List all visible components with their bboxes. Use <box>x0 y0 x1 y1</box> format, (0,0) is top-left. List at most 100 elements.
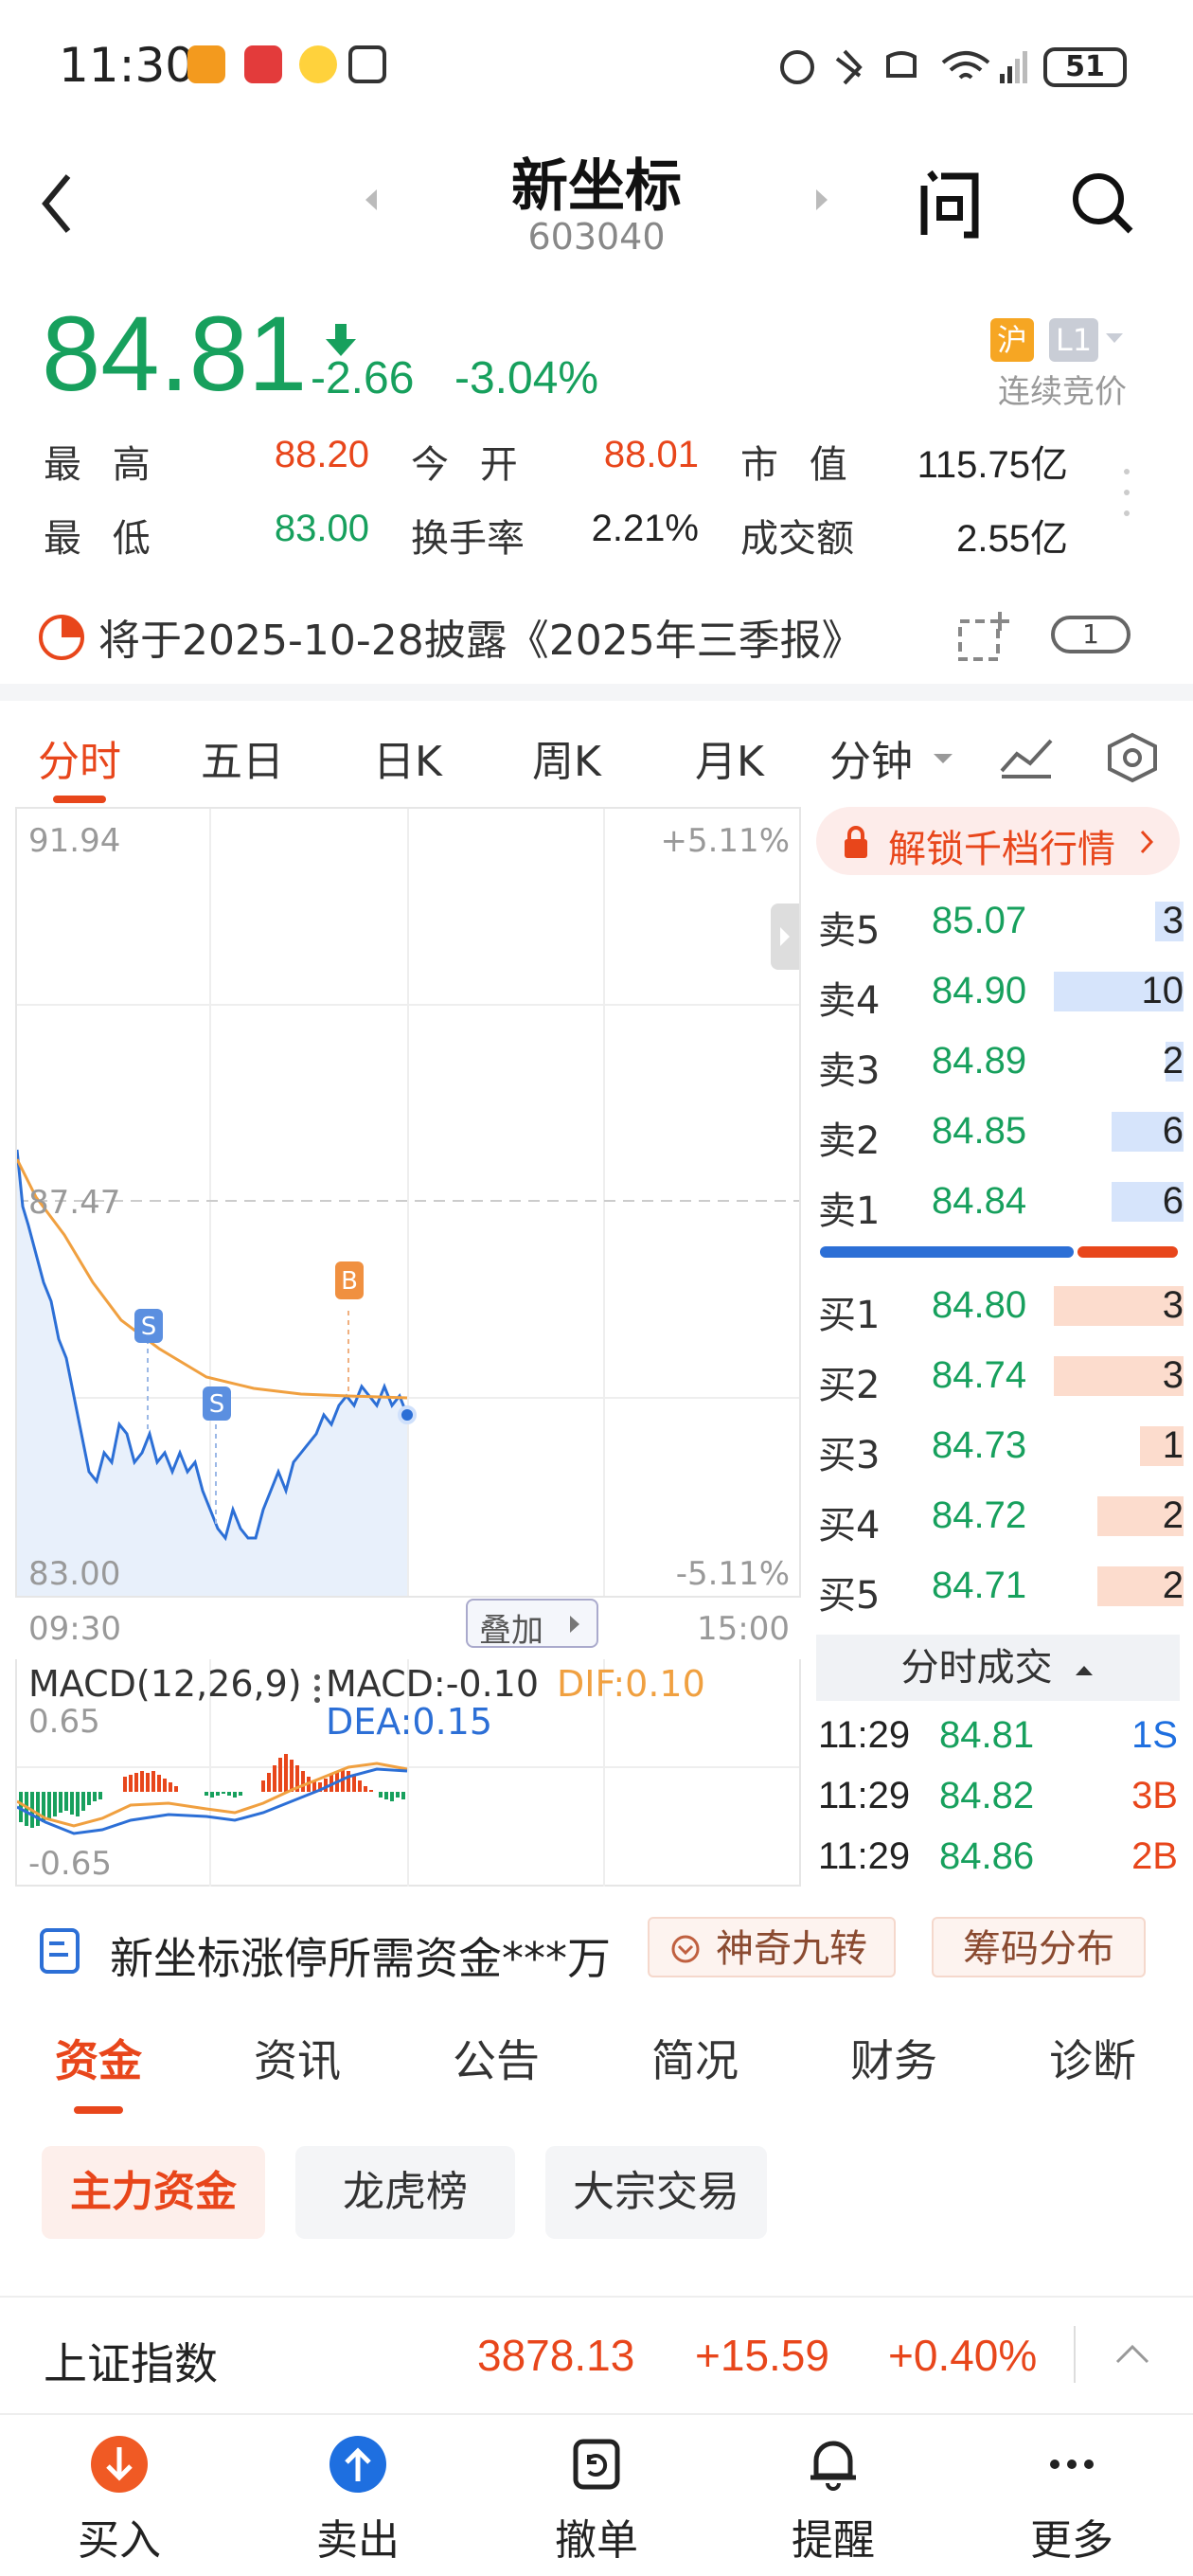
cancel-order-button[interactable]: 撤单 <box>521 2434 672 2567</box>
ask-level-row[interactable]: 卖1 84.84 6 <box>816 1169 1184 1237</box>
subtab-main-funds[interactable]: 主力资金 <box>42 2146 265 2239</box>
tick-time: 11:29 <box>818 1714 911 1756</box>
tick-trades-header[interactable]: 分时成交 <box>816 1635 1180 1701</box>
index-change-pct: +0.40% <box>888 2331 1038 2380</box>
expand-orderbook-handle[interactable] <box>771 903 799 970</box>
bid-level-row[interactable]: 买3 84.73 1 <box>816 1413 1184 1481</box>
notice-text: 将于2025-10-28披露《2025年三季报》 <box>98 617 864 665</box>
intraday-chart-canvas: S S B <box>17 809 799 1596</box>
latest-price-dot <box>398 1405 417 1424</box>
ask-level-price: 84.89 <box>932 1040 1027 1082</box>
macd-menu-icon[interactable] <box>312 1673 322 1705</box>
indicator-line-icon[interactable] <box>998 733 1055 780</box>
y-axis-bottom-label: 83.00 <box>28 1555 121 1593</box>
tab-news[interactable]: 资讯 <box>254 2027 341 2089</box>
active-tab-indicator <box>74 2106 123 2114</box>
ask-level-price: 84.85 <box>932 1110 1027 1152</box>
alert-button[interactable]: 提醒 <box>757 2434 909 2567</box>
session-status: 连续竞价 <box>998 373 1127 411</box>
ask-level-label: 卖3 <box>818 1049 881 1093</box>
tab-intraday[interactable]: 分时 <box>38 727 121 788</box>
sell-icon <box>329 2436 386 2493</box>
sell-button[interactable]: 卖出 <box>282 2434 434 2567</box>
sell-marker-label: S <box>141 1313 157 1341</box>
status-bar: 11:30 51 <box>0 0 1193 133</box>
bid-level-volume: 3 <box>1162 1354 1184 1396</box>
bid-level-label: 买5 <box>818 1574 881 1618</box>
notice-count-badge[interactable]: 1 <box>1051 616 1131 653</box>
limit-up-funds-link[interactable]: 新坐标涨停所需资金***万 <box>110 1924 611 1987</box>
system-status-icons <box>780 49 1027 85</box>
ask-level-row[interactable]: 卖3 84.89 2 <box>816 1029 1184 1097</box>
more-button[interactable]: 更多 <box>996 2434 1148 2567</box>
app-notification-icon <box>244 45 282 83</box>
chevron-right-icon <box>1140 830 1154 854</box>
nine-turn-button[interactable]: 神奇九转 <box>648 1917 896 1977</box>
ask-level-row[interactable]: 卖2 84.85 6 <box>816 1099 1184 1167</box>
macd-panel[interactable]: MACD(12,26,9) MACD:-0.10 DIF:0.10 DEA:0.… <box>15 1659 801 1887</box>
tab-minute[interactable]: 分钟 <box>829 727 913 788</box>
section-divider <box>0 684 1193 701</box>
stock-header: 新坐标 603040 <box>0 133 1193 284</box>
earnings-notice[interactable]: 将于2025-10-28披露《2025年三季报》 1 <box>0 599 1193 674</box>
tab-financials[interactable]: 财务 <box>850 2027 937 2089</box>
bottom-action-bar: 买入 卖出 撤单 提醒 更多 <box>0 2415 1193 2576</box>
index-value: 3878.13 <box>477 2331 635 2380</box>
low-label: 最 低 <box>44 517 160 561</box>
buy-label: 买入 <box>78 2516 161 2565</box>
subtab-dragon-tiger[interactable]: 龙虎榜 <box>295 2146 515 2239</box>
chevron-up-icon[interactable] <box>1113 2341 1151 2366</box>
bid-level-row[interactable]: 买1 84.80 3 <box>816 1273 1184 1341</box>
y-axis-top-label: 91.94 <box>28 822 121 860</box>
chart-settings-icon[interactable] <box>1104 731 1161 784</box>
index-ticker-bar[interactable]: 上证指数 3878.13 +15.59 +0.40% <box>0 2296 1193 2415</box>
chevron-down-icon[interactable] <box>1104 331 1125 347</box>
tick-volume: 1S <box>1131 1714 1178 1756</box>
bid-level-price: 84.80 <box>932 1284 1027 1326</box>
unlock-depth-button[interactable]: 解锁千档行情 <box>816 807 1180 875</box>
add-widget-icon[interactable] <box>956 610 1013 663</box>
ask-level-row[interactable]: 卖5 85.07 3 <box>816 888 1184 957</box>
bell-icon <box>810 2441 856 2491</box>
subtab-block-trades[interactable]: 大宗交易 <box>545 2146 767 2239</box>
bid-level-row[interactable]: 买2 84.74 3 <box>816 1343 1184 1411</box>
intraday-chart[interactable]: S S B 91.94 87.47 83.00 +5.11% -5.11% <box>15 807 801 1598</box>
turnover-label: 换手率 <box>411 517 525 561</box>
tab-daily-k[interactable]: 日K <box>373 727 442 788</box>
tick-volume: 2B <box>1131 1835 1178 1877</box>
ask-level-price: 84.84 <box>932 1180 1027 1222</box>
ask-icon[interactable] <box>917 167 983 239</box>
level-badge[interactable]: L1 <box>1049 318 1098 362</box>
more-icon <box>1050 2460 1094 2469</box>
ask-level-row[interactable]: 卖4 84.90 10 <box>816 958 1184 1027</box>
x-axis-end-label: 15:00 <box>697 1610 790 1648</box>
bid-level-row[interactable]: 买4 84.72 2 <box>816 1483 1184 1551</box>
buy-marker-label: B <box>341 1267 358 1296</box>
sell-marker-label: S <box>209 1390 225 1419</box>
more-stats-icon[interactable] <box>1119 464 1134 521</box>
check-circle-icon <box>671 1935 700 1963</box>
cancel-order-label: 撤单 <box>555 2516 638 2565</box>
search-icon[interactable] <box>1070 170 1136 237</box>
overlay-button[interactable]: 叠加 <box>466 1599 598 1650</box>
tab-diagnosis[interactable]: 诊断 <box>1049 2027 1136 2089</box>
tab-monthly-k[interactable]: 月K <box>695 727 764 788</box>
chip-distribution-button[interactable]: 筹码分布 <box>932 1917 1146 1977</box>
tab-announcements[interactable]: 公告 <box>453 2027 540 2089</box>
next-stock-icon[interactable] <box>812 186 831 214</box>
open-value: 88.01 <box>603 434 699 475</box>
chevron-down-icon[interactable] <box>932 752 954 767</box>
buy-button[interactable]: 买入 <box>44 2434 195 2567</box>
buy-sell-ratio-bar-buy <box>1077 1246 1178 1258</box>
tab-profile[interactable]: 简况 <box>651 2027 739 2089</box>
buy-sell-ratio-bar-sell <box>820 1246 1074 1258</box>
tab-funds[interactable]: 资金 <box>55 2027 142 2089</box>
ask-level-price: 85.07 <box>932 900 1027 941</box>
macd-title[interactable]: MACD(12,26,9) <box>28 1663 302 1705</box>
tab-five-day[interactable]: 五日 <box>201 727 284 788</box>
bid-level-row[interactable]: 买5 84.71 2 <box>816 1553 1184 1621</box>
overlay-button-label: 叠加 <box>479 1612 543 1650</box>
tab-weekly-k[interactable]: 周K <box>532 727 601 788</box>
y-axis-prev-close-label: 87.47 <box>28 1184 121 1222</box>
market-badge: 沪 <box>990 318 1034 362</box>
